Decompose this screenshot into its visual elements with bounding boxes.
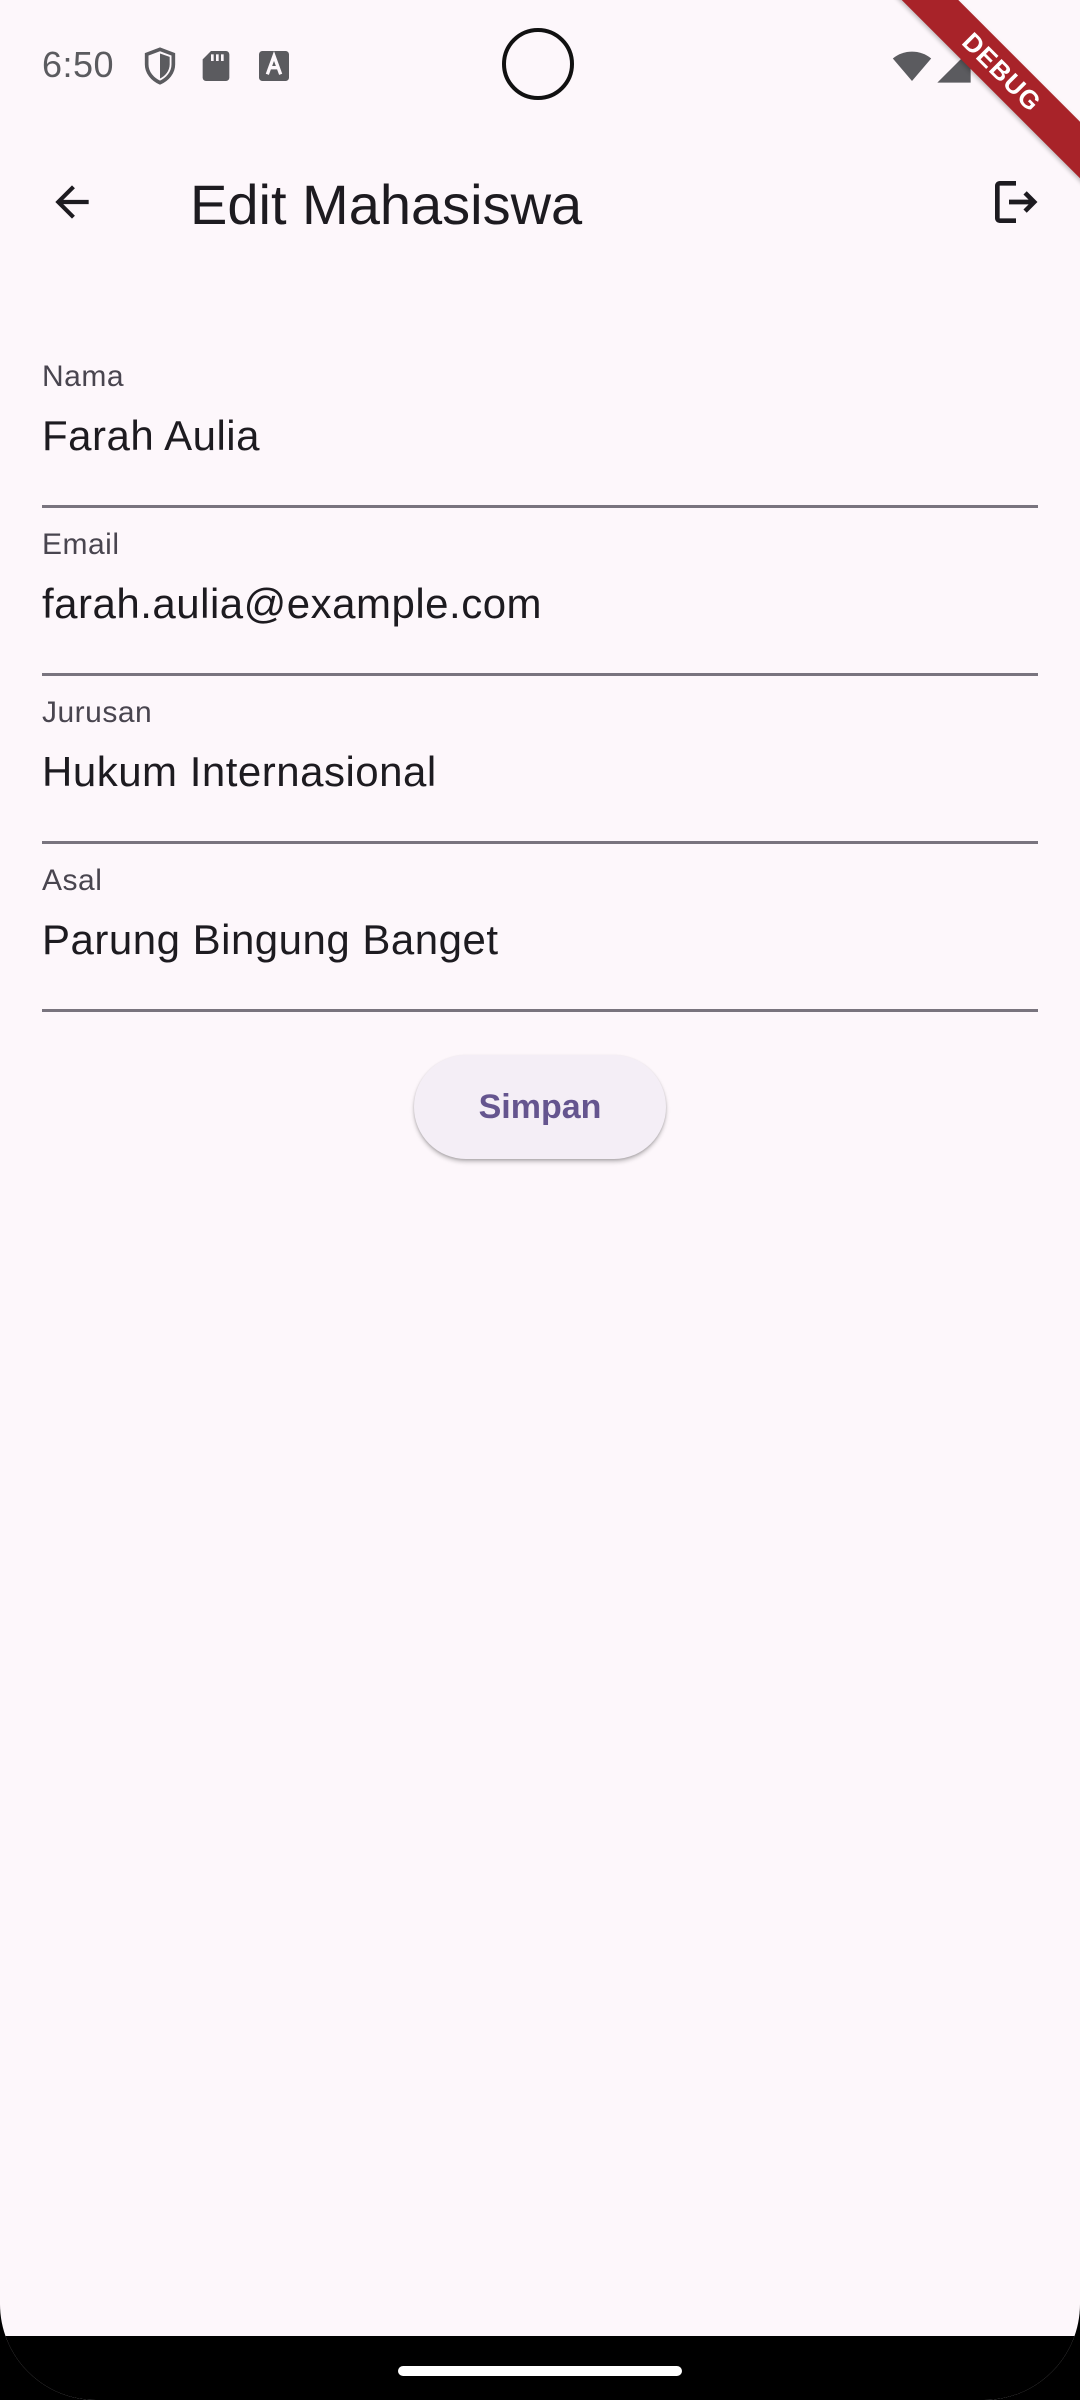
asal-input[interactable] <box>42 908 1038 972</box>
field-email: Email <box>42 508 1038 676</box>
wifi-icon <box>890 46 934 86</box>
field-label: Jurusan <box>42 696 153 729</box>
logout-button[interactable] <box>974 162 1058 246</box>
email-input[interactable] <box>42 572 1038 636</box>
nama-input[interactable] <box>42 404 1038 468</box>
jurusan-input[interactable] <box>42 740 1038 804</box>
shield-icon <box>140 46 180 86</box>
navigation-bar <box>0 2336 1080 2400</box>
page-title: Edit Mahasiswa <box>190 173 583 236</box>
home-indicator[interactable] <box>398 2366 682 2376</box>
field-nama: Nama <box>42 340 1038 508</box>
camera-cutout <box>502 28 574 100</box>
status-bar: 6:50 DEBUG <box>0 0 1080 193</box>
status-time: 6:50 <box>42 44 115 85</box>
app-screen: 6:50 DEBUG Edit Mahasiswa Nama Farah Aul… <box>0 0 1080 2400</box>
save-button[interactable]: Simpan <box>414 1055 666 1159</box>
field-label: Nama <box>42 360 125 393</box>
field-jurusan: Jurusan <box>42 676 1038 844</box>
back-button[interactable] <box>30 162 114 246</box>
sd-card-icon <box>196 46 236 86</box>
field-label: Asal <box>42 864 103 897</box>
edit-form: Nama Email Jurusan Asal <box>42 340 1038 1012</box>
field-asal: Asal <box>42 844 1038 1012</box>
font-a-icon <box>254 46 294 86</box>
logout-icon <box>988 174 1044 235</box>
field-label: Email <box>42 528 120 561</box>
app-bar: Edit Mahasiswa <box>0 132 1080 278</box>
arrow-back-icon <box>47 177 97 232</box>
